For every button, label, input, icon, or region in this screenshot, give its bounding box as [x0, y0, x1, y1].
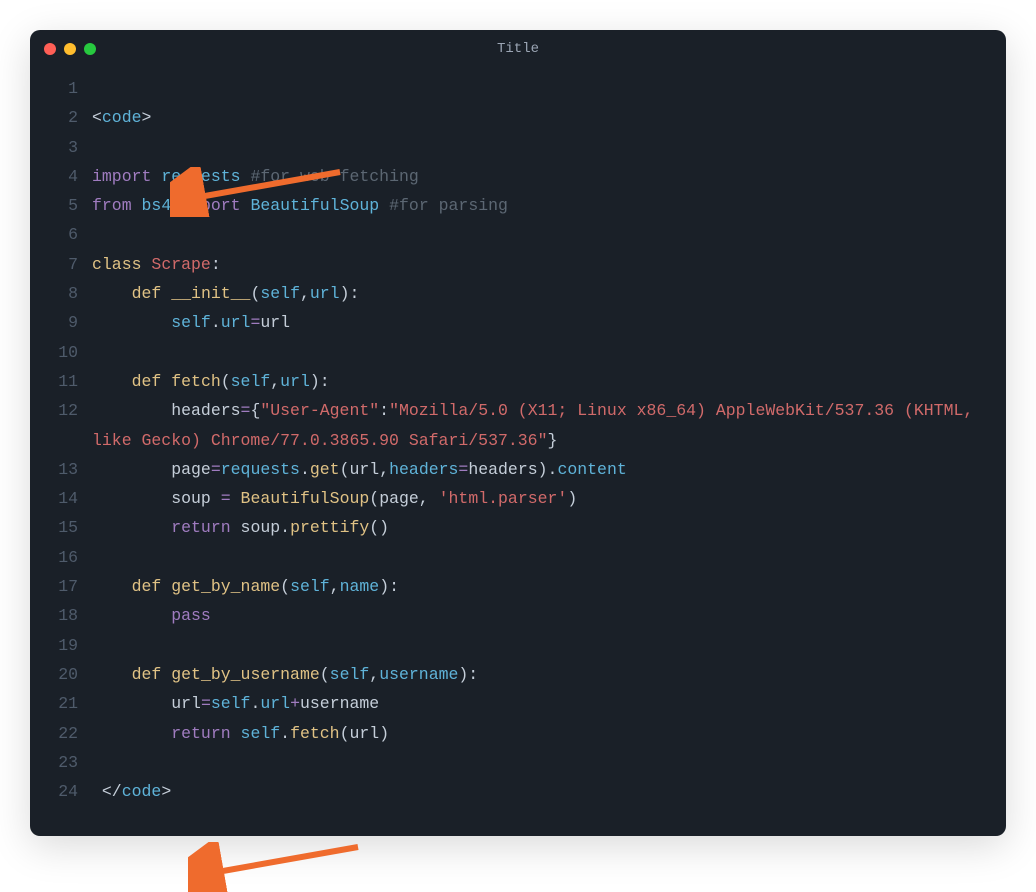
code-line[interactable]: 11 def fetch(self,url): — [30, 367, 1006, 396]
window-title: Title — [497, 41, 539, 57]
line-number: 2 — [30, 103, 92, 132]
maximize-icon[interactable] — [84, 43, 96, 55]
code-content[interactable] — [92, 220, 1006, 249]
code-line[interactable]: 9 self.url=url — [30, 308, 1006, 337]
code-line[interactable]: 20 def get_by_username(self,username): — [30, 660, 1006, 689]
line-number: 23 — [30, 748, 92, 777]
code-line[interactable]: 8 def __init__(self,url): — [30, 279, 1006, 308]
line-number: 1 — [30, 74, 92, 103]
code-content[interactable] — [92, 748, 1006, 777]
code-content[interactable]: class Scrape: — [92, 250, 1006, 279]
code-content[interactable]: </code> — [92, 777, 1006, 806]
code-content[interactable]: def __init__(self,url): — [92, 279, 1006, 308]
minimize-icon[interactable] — [64, 43, 76, 55]
code-content[interactable]: import requests #for web fetching — [92, 162, 1006, 191]
code-content[interactable]: <code> — [92, 103, 1006, 132]
code-line[interactable]: 18 pass — [30, 601, 1006, 630]
line-number: 24 — [30, 777, 92, 806]
line-number: 5 — [30, 191, 92, 220]
line-number: 6 — [30, 220, 92, 249]
annotation-arrow-icon — [188, 842, 368, 892]
titlebar: Title — [30, 30, 1006, 68]
code-content[interactable]: url=self.url+username — [92, 689, 1006, 718]
code-line[interactable]: 12 headers={"User-Agent":"Mozilla/5.0 (X… — [30, 396, 1006, 455]
line-number: 21 — [30, 689, 92, 718]
line-number: 14 — [30, 484, 92, 513]
code-content[interactable]: def get_by_name(self,name): — [92, 572, 1006, 601]
code-line[interactable]: 24 </code> — [30, 777, 1006, 806]
code-content[interactable] — [92, 133, 1006, 162]
line-number: 15 — [30, 513, 92, 542]
line-number: 12 — [30, 396, 92, 425]
traffic-lights — [44, 43, 96, 55]
code-content[interactable]: def get_by_username(self,username): — [92, 660, 1006, 689]
line-number: 22 — [30, 719, 92, 748]
code-content[interactable] — [92, 543, 1006, 572]
code-content[interactable]: def fetch(self,url): — [92, 367, 1006, 396]
code-line[interactable]: 13 page=requests.get(url,headers=headers… — [30, 455, 1006, 484]
code-content[interactable]: from bs4 import BeautifulSoup #for parsi… — [92, 191, 1006, 220]
line-number: 18 — [30, 601, 92, 630]
code-line[interactable]: 7class Scrape: — [30, 250, 1006, 279]
code-line[interactable]: 4import requests #for web fetching — [30, 162, 1006, 191]
code-line[interactable]: 3 — [30, 133, 1006, 162]
code-line[interactable]: 21 url=self.url+username — [30, 689, 1006, 718]
code-editor-window: Title 1 2<code>3 4import requests #for w… — [30, 30, 1006, 836]
code-line[interactable]: 16 — [30, 543, 1006, 572]
code-line[interactable]: 15 return soup.prettify() — [30, 513, 1006, 542]
code-content[interactable]: pass — [92, 601, 1006, 630]
line-number: 7 — [30, 250, 92, 279]
editor-body[interactable]: 1 2<code>3 4import requests #for web fet… — [30, 68, 1006, 836]
close-icon[interactable] — [44, 43, 56, 55]
code-content[interactable]: self.url=url — [92, 308, 1006, 337]
code-content[interactable]: return soup.prettify() — [92, 513, 1006, 542]
code-content[interactable]: soup = BeautifulSoup(page, 'html.parser'… — [92, 484, 1006, 513]
line-number: 3 — [30, 133, 92, 162]
line-number: 19 — [30, 631, 92, 660]
code-line[interactable]: 23 — [30, 748, 1006, 777]
code-line[interactable]: 2<code> — [30, 103, 1006, 132]
code-line[interactable]: 10 — [30, 338, 1006, 367]
code-line[interactable]: 5from bs4 import BeautifulSoup #for pars… — [30, 191, 1006, 220]
code-content[interactable] — [92, 631, 1006, 660]
line-number: 13 — [30, 455, 92, 484]
line-number: 20 — [30, 660, 92, 689]
code-content[interactable]: headers={"User-Agent":"Mozilla/5.0 (X11;… — [92, 396, 1006, 455]
line-number: 4 — [30, 162, 92, 191]
line-number: 8 — [30, 279, 92, 308]
code-content[interactable] — [92, 338, 1006, 367]
code-line[interactable]: 19 — [30, 631, 1006, 660]
line-number: 17 — [30, 572, 92, 601]
line-number: 9 — [30, 308, 92, 337]
code-content[interactable]: return self.fetch(url) — [92, 719, 1006, 748]
line-number: 10 — [30, 338, 92, 367]
code-content[interactable] — [92, 74, 1006, 103]
code-line[interactable]: 14 soup = BeautifulSoup(page, 'html.pars… — [30, 484, 1006, 513]
code-line[interactable]: 17 def get_by_name(self,name): — [30, 572, 1006, 601]
code-line[interactable]: 6 — [30, 220, 1006, 249]
code-line[interactable]: 1 — [30, 74, 1006, 103]
code-content[interactable]: page=requests.get(url,headers=headers).c… — [92, 455, 1006, 484]
line-number: 16 — [30, 543, 92, 572]
line-number: 11 — [30, 367, 92, 396]
code-line[interactable]: 22 return self.fetch(url) — [30, 719, 1006, 748]
